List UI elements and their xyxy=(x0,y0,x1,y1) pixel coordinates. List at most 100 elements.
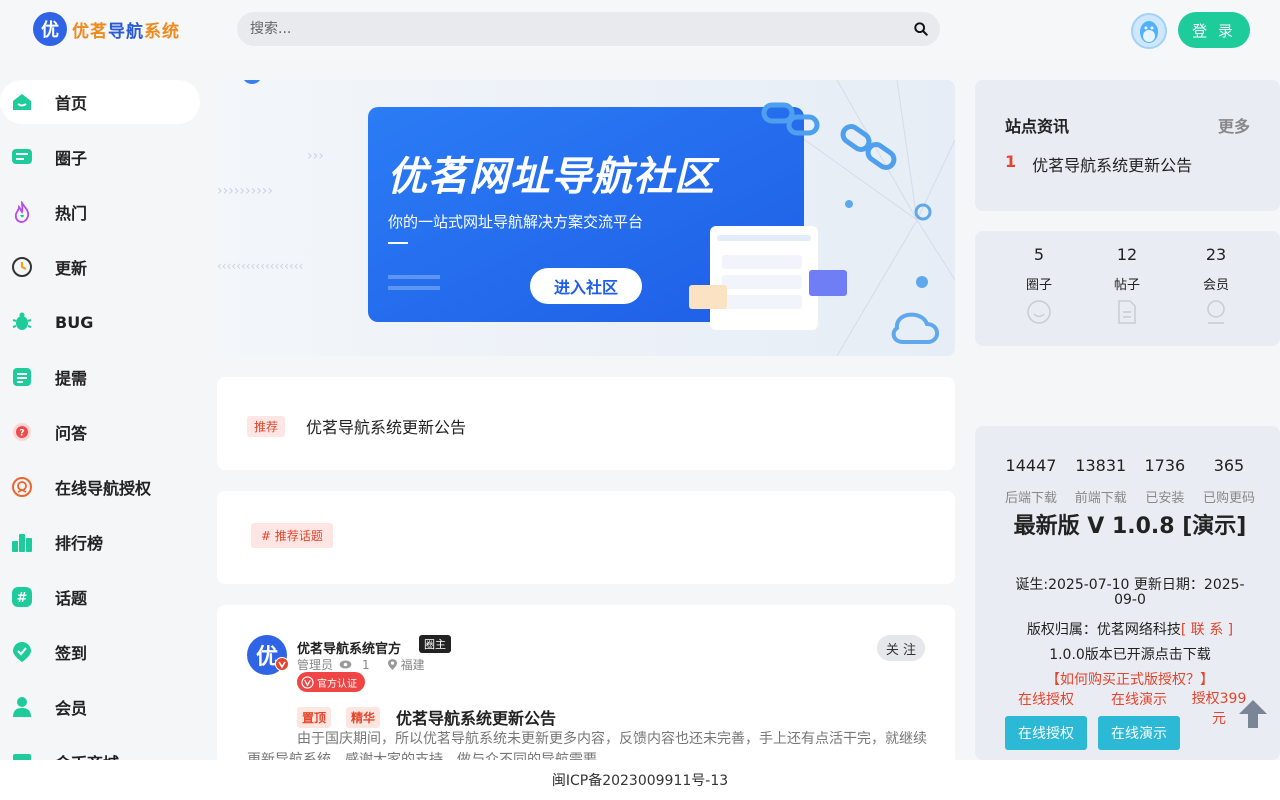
sidebar-item-qa[interactable]: ? 问答 xyxy=(0,410,200,454)
recommend-topic-tag[interactable]: # 推荐话题 xyxy=(251,523,333,548)
update-icon xyxy=(12,257,32,277)
logo-text-part3: 系统 xyxy=(144,21,180,42)
sidebar-item-license[interactable]: 在线导航授权 xyxy=(0,465,200,509)
news-item-text: 优茗导航系统更新公告 xyxy=(1032,156,1193,175)
download-counts: 14447 后端下载 13831 前端下载 1736 已安装 365 已购更码 xyxy=(1005,456,1255,506)
logo-text: 优茗导航系统 xyxy=(72,17,180,42)
top-header: 优 优茗导航系统 登 录 xyxy=(0,0,1280,60)
search-icon[interactable] xyxy=(914,22,928,36)
logo-text-part1: 优茗 xyxy=(72,21,108,42)
sidebar-item-home[interactable]: 首页 xyxy=(0,80,200,124)
enter-community-button[interactable]: 进入社区 xyxy=(530,268,642,304)
sidebar-item-bug[interactable]: BUG xyxy=(0,300,200,344)
count-label: 前端下载 xyxy=(1074,491,1127,506)
sidebar-item-label: 签到 xyxy=(55,644,88,663)
count-label: 后端下载 xyxy=(1005,491,1058,506)
login-button[interactable]: 登 录 xyxy=(1178,12,1250,48)
home-icon xyxy=(13,94,31,110)
chat-icon xyxy=(12,149,32,164)
copyright-text: 版权归属：优茗网络科技 xyxy=(1026,622,1181,638)
sidebar-item-checkin[interactable]: 签到 xyxy=(0,630,200,674)
opensource-link[interactable]: 1.0.0版本已开源点击下载 xyxy=(1005,644,1255,664)
sidebar-item-request[interactable]: 提需 xyxy=(0,355,200,399)
count-label: 已安装 xyxy=(1145,491,1185,506)
sidebar-item-label: BUG xyxy=(55,312,94,332)
stat-value: 23 xyxy=(1205,245,1227,264)
official-verified-label: 官方认证 xyxy=(317,678,357,690)
count-value: 13831 xyxy=(1075,456,1127,475)
author-name[interactable]: 优茗导航系统官方 xyxy=(297,638,401,657)
stat-label: 圈子 xyxy=(1025,278,1052,293)
bug-icon xyxy=(12,312,32,330)
verified-badge-icon xyxy=(275,657,289,671)
logo-text-part2: 导航 xyxy=(108,21,144,42)
count-installed: 1736 已安装 xyxy=(1145,456,1186,506)
stat-posts[interactable]: 12 帖子 xyxy=(1097,245,1157,329)
sidebar-item-update[interactable]: 更新 xyxy=(0,245,200,289)
sidebar-item-circle[interactable]: 圈子 xyxy=(0,135,200,179)
fire-icon xyxy=(14,201,30,223)
role-badge: 圈主 xyxy=(419,635,451,653)
v-icon xyxy=(301,675,314,689)
stats-panel: 5 圈子 12 帖子 23 会员 xyxy=(975,231,1280,346)
search-input[interactable] xyxy=(250,12,890,46)
sidebar-item-label: 圈子 xyxy=(55,149,88,168)
post-title[interactable]: 优茗导航系统更新公告 xyxy=(396,705,556,729)
site-news-panel: 站点资讯 更多 1 优茗导航系统更新公告 xyxy=(975,80,1280,211)
stat-members[interactable]: 23 会员 xyxy=(1186,245,1246,329)
sidebar-item-rank[interactable]: 排行榜 xyxy=(0,520,200,564)
author-role: 管理员 xyxy=(297,658,334,672)
post-icon xyxy=(1118,300,1136,324)
recommend-title[interactable]: 优茗导航系统更新公告 xyxy=(306,414,466,438)
count-value: 14447 xyxy=(1005,456,1057,475)
doc-icon xyxy=(13,368,31,386)
location: 福建 xyxy=(400,658,425,672)
news-item-number: 1 xyxy=(1005,152,1017,171)
svg-text:?: ? xyxy=(19,429,24,439)
pinned-tag: 置顶 xyxy=(297,707,332,728)
user-icon xyxy=(13,697,31,717)
circle-icon xyxy=(1027,300,1051,324)
sidebar-item-label: 排行榜 xyxy=(55,534,104,553)
online-license-link[interactable]: 在线授权 xyxy=(1018,689,1074,709)
view-count: 1 xyxy=(362,657,370,672)
award-icon xyxy=(12,477,32,497)
icp-link[interactable]: 闽ICP备2023009911号-13 xyxy=(552,770,728,790)
topic-card: # 推荐话题 xyxy=(217,491,955,584)
guest-avatar[interactable] xyxy=(1131,13,1167,49)
how-to-buy-link[interactable]: 【如何购买正式版授权？】 xyxy=(1005,669,1255,689)
recommend-card[interactable]: 推荐 优茗导航系统更新公告 xyxy=(217,377,955,470)
stat-circles[interactable]: 5 圈子 xyxy=(1009,245,1069,329)
stat-label: 会员 xyxy=(1202,278,1229,293)
stat-value: 12 xyxy=(1116,245,1138,264)
news-item[interactable]: 1 优茗导航系统更新公告 xyxy=(1005,152,1192,176)
news-more-link[interactable]: 更多 xyxy=(1218,113,1250,137)
sidebar-item-label: 首页 xyxy=(55,94,88,113)
recommend-tag: 推荐 xyxy=(247,416,286,437)
site-logo[interactable]: 优 优茗导航系统 xyxy=(33,12,180,46)
svg-text:›››: ››› xyxy=(307,148,324,164)
community-banner[interactable]: ›››››››››› ››› ‹‹‹‹‹‹‹‹‹‹‹‹‹‹‹‹‹‹ 优茗网址导航… xyxy=(217,80,955,356)
online-license-button[interactable]: 在线授权 xyxy=(1005,716,1087,750)
featured-tag: 精华 xyxy=(346,707,381,728)
back-to-top-icon[interactable] xyxy=(1237,698,1269,730)
contact-link[interactable]: [ 联 系 ] xyxy=(1181,622,1233,638)
stat-label: 帖子 xyxy=(1113,278,1140,293)
online-demo-button[interactable]: 在线演示 xyxy=(1098,716,1180,750)
sidebar-item-topic[interactable]: # 话题 xyxy=(0,575,200,619)
sidebar-item-member[interactable]: 会员 xyxy=(0,685,200,729)
sidebar-nav: 首页 圈子 热门 更新 BUG 提需 ? 问答 在线导航授权 排行榜 # 话题 … xyxy=(0,80,200,795)
question-icon: ? xyxy=(13,423,31,441)
copyright-line: 版权归属：优茗网络科技[ 联 系 ] xyxy=(1005,619,1255,639)
news-title: 站点资讯 xyxy=(1005,117,1070,136)
footer: 闽ICP备2023009911号-13 xyxy=(0,760,1280,800)
online-demo-link[interactable]: 在线演示 xyxy=(1111,689,1167,709)
stat-value: 5 xyxy=(1033,245,1045,264)
author-meta: 管理员 1 福建 xyxy=(297,656,425,673)
sidebar-item-label: 提需 xyxy=(55,369,88,388)
follow-button[interactable]: 关 注 xyxy=(877,635,925,661)
count-value: 365 xyxy=(1213,456,1245,475)
sidebar-item-hot[interactable]: 热门 xyxy=(0,190,200,234)
eye-icon xyxy=(339,660,352,669)
release-panel: 14447 后端下载 13831 前端下载 1736 已安装 365 已购更码 … xyxy=(975,426,1280,760)
